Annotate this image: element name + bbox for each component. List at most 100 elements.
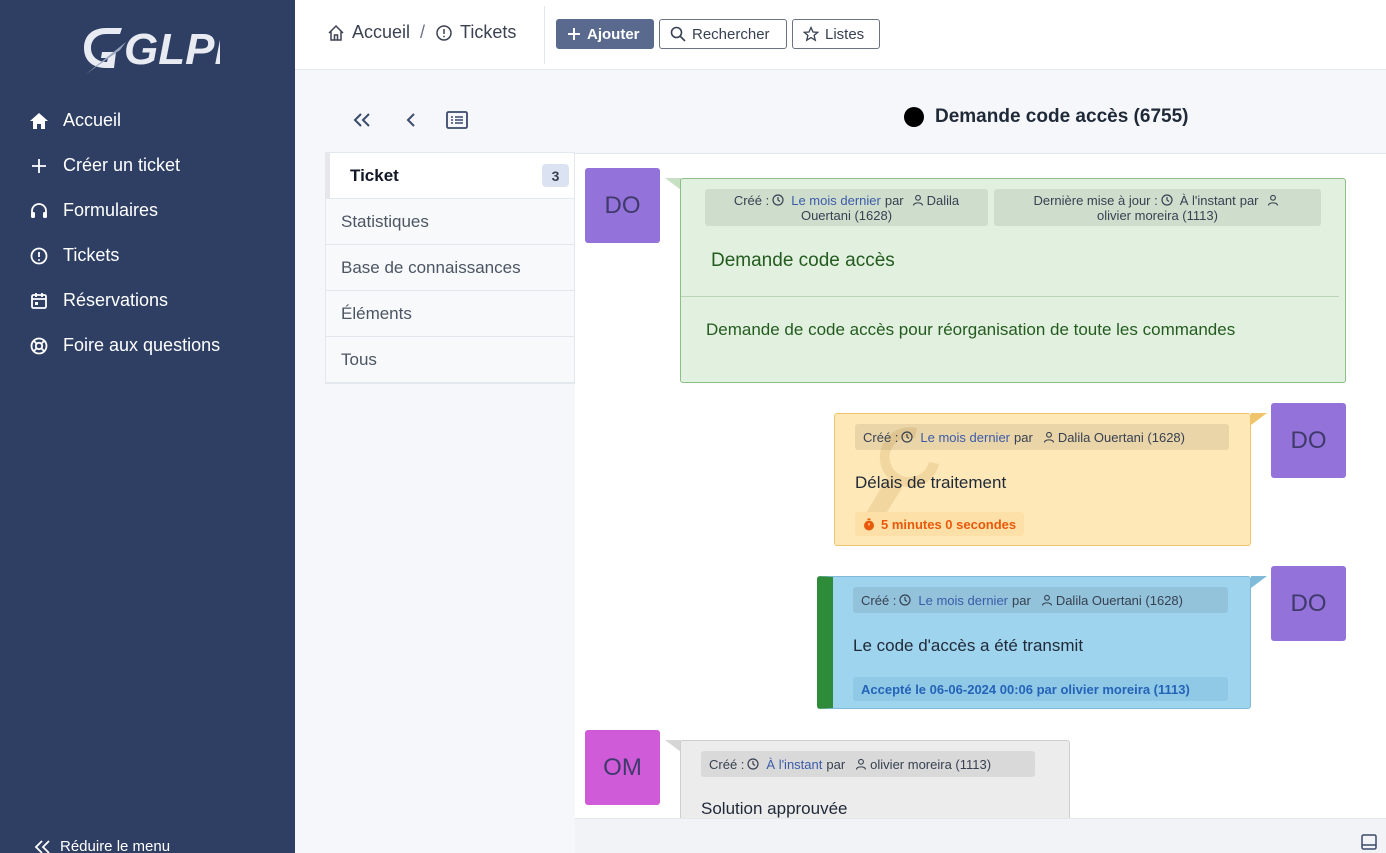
task-content: Délais de traitement <box>855 473 1007 492</box>
timeline: DO Créé : Le mois dernier par Dalila Oue… <box>575 153 1386 818</box>
headset-icon <box>28 200 50 222</box>
search-icon <box>670 26 686 42</box>
search-button[interactable]: Rechercher <box>659 19 787 49</box>
solution-card: Créé : Le mois dernier par Dalila Ouerta… <box>817 576 1251 709</box>
ticket-title: Demande code accès (6755) <box>904 106 1188 128</box>
clock-icon <box>1161 194 1173 206</box>
sidebar-item-label: Accueil <box>63 110 122 130</box>
clock-icon <box>899 594 912 606</box>
collapse-menu-label: Réduire le menu <box>60 838 171 853</box>
created-date-link[interactable]: Le mois dernier <box>920 430 1010 445</box>
author-name: olivier moreira (1113) <box>870 756 992 772</box>
avatar: DO <box>1271 403 1346 478</box>
by-label: par <box>884 192 904 208</box>
add-button-label: Ajouter <box>587 25 640 43</box>
sidebar-item-label: Formulaires <box>63 200 159 220</box>
main-nav: Accueil Créer un ticket Formulaires Tick… <box>0 98 295 368</box>
followup-content: Solution approuvée <box>701 799 848 818</box>
tab-statistics[interactable]: Statistiques <box>326 199 574 245</box>
sidebar-item-label: Foire aux questions <box>63 335 221 355</box>
double-chevron-left-icon <box>34 839 52 853</box>
author-name: Dalila <box>926 192 960 208</box>
ticket-content-title: Demande code accès <box>711 250 895 271</box>
tab-label: Base de connaissances <box>341 257 521 277</box>
sidebar-item-create-ticket[interactable]: Créer un ticket <box>0 143 295 188</box>
lists-button[interactable]: Listes <box>792 19 880 49</box>
created-date-link[interactable]: À l'instant <box>766 757 822 772</box>
created-info: Créé : À l'instant par olivier moreira (… <box>701 751 1035 777</box>
tab-all[interactable]: Tous <box>326 337 574 383</box>
stopwatch-icon <box>863 518 875 531</box>
ticket-content-body: Demande de code accès pour réorganisatio… <box>706 320 1236 339</box>
timeline-footer <box>575 818 1386 853</box>
avatar: OM <box>585 730 660 805</box>
sidebar-item-accueil[interactable]: Accueil <box>0 98 295 143</box>
sidebar: GLPI Accueil Créer un ticket Formulaires <box>0 0 295 853</box>
chevron-left-icon <box>405 112 417 133</box>
sidebar-item-forms[interactable]: Formulaires <box>0 188 295 233</box>
home-outline-icon <box>327 24 345 42</box>
avatar: DO <box>1271 566 1346 641</box>
updated-author: olivier moreira (1113) <box>1097 207 1218 223</box>
breadcrumb: Accueil / Tickets <box>327 22 516 43</box>
search-button-label: Rechercher <box>692 25 770 43</box>
header-divider <box>544 6 545 64</box>
breadcrumb-tickets[interactable]: Tickets <box>460 22 516 43</box>
created-prefix: Créé : <box>733 192 770 208</box>
accepted-badge: Accepté le 06-06-2024 00:06 par olivier … <box>853 677 1228 701</box>
glpi-logo[interactable]: GLPI <box>80 18 227 78</box>
home-icon <box>28 110 50 132</box>
tab-ticket[interactable]: Ticket 3 <box>326 153 574 199</box>
lists-button-label: Listes <box>825 25 865 43</box>
sidebar-item-label: Réservations <box>63 290 169 310</box>
user-icon <box>1043 431 1055 443</box>
updated-info: Dernière mise à jour : À l'instant par o… <box>994 189 1321 226</box>
sidebar-item-tickets[interactable]: Tickets <box>0 233 295 278</box>
updated-date: À l'instant <box>1179 192 1236 208</box>
bubble-pointer <box>665 178 681 190</box>
plus-icon <box>567 27 581 41</box>
tab-label: Ticket <box>350 165 399 185</box>
ticket-description-card: Créé : Le mois dernier par Dalila Ouerta… <box>680 178 1346 383</box>
collapse-menu-button[interactable]: Réduire le menu <box>34 838 170 853</box>
sidebar-item-reservations[interactable]: Réservations <box>0 278 295 323</box>
created-date-link[interactable]: Le mois dernier <box>918 593 1008 608</box>
clock-icon <box>901 431 914 443</box>
add-button[interactable]: Ajouter <box>556 19 654 49</box>
bubble-pointer <box>1251 413 1267 425</box>
clock-icon <box>747 758 760 770</box>
tab-label: Tous <box>341 349 377 369</box>
double-chevron-left-icon <box>352 112 372 133</box>
duration-text: 5 minutes 0 secondes <box>881 516 1017 532</box>
collapse-panel-icon[interactable] <box>1360 833 1378 853</box>
tab-knowledge-base[interactable]: Base de connaissances <box>326 245 574 291</box>
created-prefix: Créé : <box>709 756 745 772</box>
count-badge: 3 <box>542 164 569 187</box>
breadcrumb-home[interactable]: Accueil <box>352 22 410 43</box>
by-label: par <box>1014 429 1033 445</box>
sidebar-item-faq[interactable]: Foire aux questions <box>0 323 295 368</box>
tab-label: Éléments <box>341 303 412 323</box>
divider <box>681 296 1339 297</box>
ticket-title-text: Demande code accès (6755) <box>935 106 1189 127</box>
author-name: Dalila Ouertani (1628) <box>1057 429 1185 445</box>
breadcrumb-separator: / <box>420 22 426 42</box>
list-icon <box>446 110 468 134</box>
by-label: par <box>1239 192 1259 208</box>
duration-badge: 5 minutes 0 secondes <box>855 512 1025 536</box>
avatar: DO <box>585 168 660 243</box>
alert-circle-icon <box>435 24 453 42</box>
top-header: Accueil / Tickets Ajouter Rechercher Lis… <box>295 0 1386 70</box>
created-info: Créé : Le mois dernier par Dalila Ouerta… <box>853 587 1228 613</box>
tab-items[interactable]: Éléments <box>326 291 574 337</box>
first-item-button[interactable] <box>350 110 374 134</box>
user-icon <box>855 758 867 770</box>
user-icon <box>1041 594 1053 606</box>
calendar-icon <box>28 290 50 312</box>
status-dot <box>904 107 924 127</box>
bubble-pointer <box>665 740 681 752</box>
created-date-link[interactable]: Le mois dernier <box>791 193 881 208</box>
ticket-tabs: Ticket 3 Statistiques Base de connaissan… <box>325 152 575 384</box>
list-view-button[interactable] <box>445 110 469 134</box>
previous-item-button[interactable] <box>399 110 423 134</box>
